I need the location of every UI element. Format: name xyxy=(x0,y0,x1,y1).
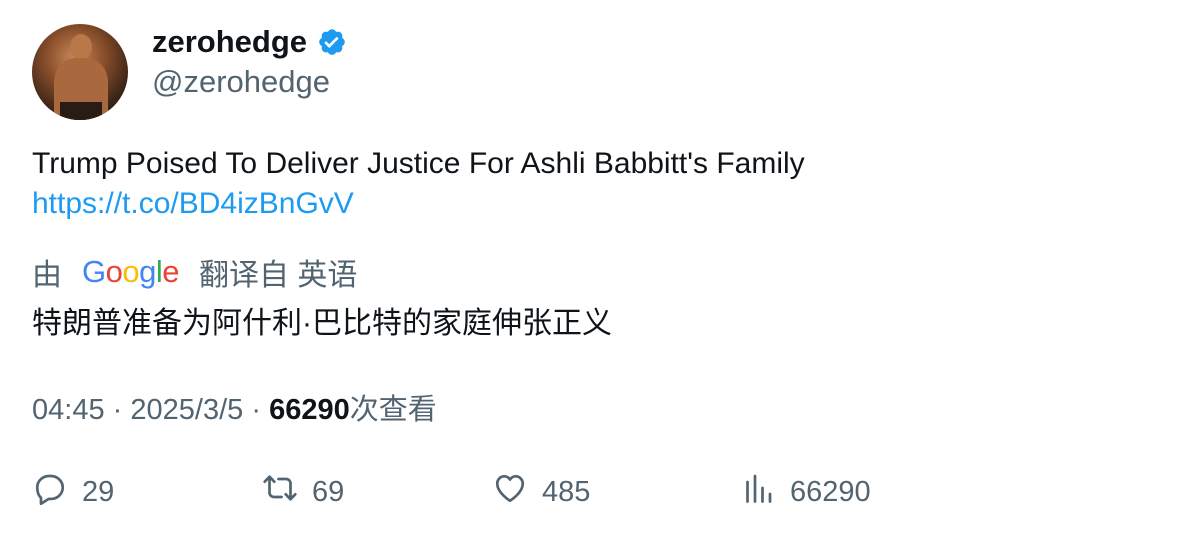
heart-icon xyxy=(492,470,542,514)
tweet-body: Trump Poised To Deliver Justice For Ashl… xyxy=(32,144,805,224)
tweet-link[interactable]: https://t.co/BD4izBnGvV xyxy=(32,187,354,220)
views-button[interactable]: 66290 xyxy=(740,470,871,514)
tweet-date[interactable]: 2025/3/5 xyxy=(130,394,243,426)
views-label: 次查看 xyxy=(349,394,437,426)
author-name-row[interactable]: zerohedge xyxy=(152,24,347,60)
translation-suffix: 翻译自 英语 xyxy=(199,259,358,292)
views-action-count: 66290 xyxy=(790,475,871,508)
like-button[interactable]: 485 xyxy=(492,470,590,514)
avatar[interactable] xyxy=(32,24,128,120)
translated-text: 特朗普准备为阿什利·巴比特的家庭伸张正义 xyxy=(32,307,612,340)
tweet-meta: 04:45 · 2025/3/5 · 66290次查看 xyxy=(32,386,437,428)
translation-prefix: 由 xyxy=(32,259,62,292)
tweet-time[interactable]: 04:45 xyxy=(32,394,105,426)
reply-icon xyxy=(32,470,82,514)
action-bar: 29 69 485 66290 xyxy=(0,470,1196,514)
verified-badge-icon[interactable] xyxy=(317,27,347,57)
author-handle[interactable]: @zerohedge xyxy=(152,64,330,100)
retweet-button[interactable]: 69 xyxy=(262,470,344,514)
views-count: 66290 xyxy=(269,394,350,426)
retweet-count: 69 xyxy=(312,475,345,508)
reply-button[interactable]: 29 xyxy=(32,470,114,514)
analytics-icon xyxy=(740,470,790,514)
reply-count: 29 xyxy=(82,475,115,508)
retweet-icon xyxy=(262,470,312,514)
meta-separator: · xyxy=(112,394,123,426)
author-display-name[interactable]: zerohedge xyxy=(152,24,307,60)
like-count: 485 xyxy=(542,475,591,508)
meta-separator: · xyxy=(251,394,261,426)
tweet-text: Trump Poised To Deliver Justice For Ashl… xyxy=(32,147,805,180)
avatar-shorts xyxy=(60,102,102,120)
avatar-head xyxy=(70,34,92,60)
google-logo: Google xyxy=(82,254,180,289)
translation-attribution: 由 Google 翻译自 英语 xyxy=(32,250,357,294)
